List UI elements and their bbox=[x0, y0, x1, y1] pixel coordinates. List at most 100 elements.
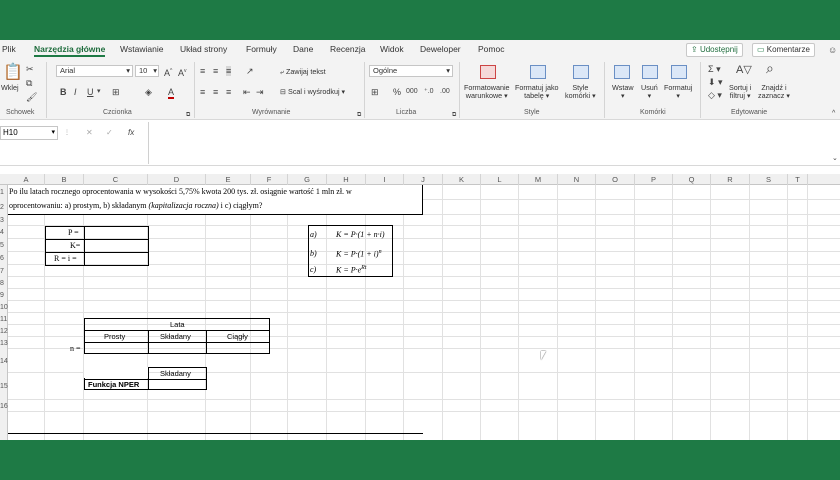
comma-style-icon[interactable]: 000 bbox=[406, 87, 418, 97]
tab-developer[interactable]: Deweloper bbox=[420, 44, 461, 54]
orientation-icon[interactable]: ↗ bbox=[246, 66, 254, 76]
cell-styles-icon[interactable] bbox=[573, 65, 589, 79]
tab-formulas[interactable]: Formuły bbox=[246, 44, 277, 54]
column-header-B[interactable]: B bbox=[45, 174, 84, 185]
column-header-G[interactable]: G bbox=[288, 174, 327, 185]
row-header-8[interactable]: 8 bbox=[0, 279, 8, 288]
row-header-6[interactable]: 6 bbox=[0, 254, 8, 263]
search-icon[interactable]: ⌕ bbox=[766, 61, 774, 75]
decrease-indent-icon[interactable]: ⇤ bbox=[243, 87, 251, 97]
format-as-table-button[interactable]: Formatuj jako tabelę ▾ bbox=[515, 84, 559, 100]
row-header-14[interactable]: 14 bbox=[0, 357, 8, 366]
align-top-icon[interactable]: ≡ bbox=[200, 66, 205, 76]
merge-center-button[interactable]: ⊟ Scal i wyśrodkuj ▾ bbox=[280, 88, 345, 96]
tab-view[interactable]: Widok bbox=[380, 44, 404, 54]
cancel-icon[interactable]: ✕ bbox=[86, 128, 93, 138]
column-header-J[interactable]: J bbox=[404, 174, 443, 185]
row-header-11[interactable]: 11 bbox=[0, 315, 8, 324]
font-size-select[interactable]: 10 ▾ bbox=[135, 65, 159, 77]
cut-icon[interactable]: ✂ bbox=[26, 64, 34, 74]
dialog-launcher-icon[interactable]: ⧉ bbox=[452, 110, 456, 120]
row-header-7[interactable]: 7 bbox=[0, 267, 8, 276]
column-header-M[interactable]: M bbox=[519, 174, 558, 185]
column-header-T[interactable]: T bbox=[788, 174, 808, 185]
increase-decimal-icon[interactable]: ⁺.0 bbox=[424, 87, 434, 97]
column-header-A[interactable]: A bbox=[8, 174, 45, 185]
tab-data[interactable]: Dane bbox=[293, 44, 313, 54]
formula-input[interactable] bbox=[148, 122, 840, 164]
tab-page-layout[interactable]: Układ strony bbox=[180, 44, 227, 54]
row-header-4[interactable]: 4 bbox=[0, 228, 8, 237]
align-center-icon[interactable]: ≡ bbox=[213, 87, 218, 97]
column-header-Q[interactable]: Q bbox=[673, 174, 711, 185]
conditional-format-icon[interactable] bbox=[480, 65, 496, 79]
bold-icon[interactable]: B bbox=[60, 87, 67, 97]
sort-filter-icon[interactable]: A▽ bbox=[736, 65, 752, 76]
column-header-I[interactable]: I bbox=[366, 174, 404, 185]
wrap-text-button[interactable]: ⤶ Zawijaj tekst bbox=[280, 68, 326, 76]
increase-font-icon[interactable]: A^ bbox=[164, 66, 172, 78]
column-header-P[interactable]: P bbox=[635, 174, 673, 185]
column-header-S[interactable]: S bbox=[750, 174, 788, 185]
tab-insert[interactable]: Wstawianie bbox=[120, 44, 163, 54]
tab-home[interactable]: Narzędzia główne bbox=[34, 44, 106, 57]
delete-cells-icon[interactable] bbox=[642, 65, 658, 79]
align-bottom-icon[interactable]: ≡ bbox=[226, 66, 232, 76]
collapse-ribbon-icon[interactable]: ^ bbox=[832, 109, 835, 119]
dialog-launcher-icon[interactable]: ⧉ bbox=[357, 110, 361, 120]
column-header-O[interactable]: O bbox=[596, 174, 635, 185]
percent-icon[interactable]: % bbox=[393, 87, 401, 97]
copy-icon[interactable]: ⧉ bbox=[26, 78, 32, 88]
fill-color-icon[interactable]: ◈ bbox=[145, 87, 152, 97]
underline-icon[interactable]: U bbox=[87, 87, 94, 97]
find-select-button[interactable]: Znajdź i zaznacz ▾ bbox=[758, 84, 790, 100]
cell-styles-button[interactable]: Style komórki ▾ bbox=[565, 84, 596, 100]
borders-icon[interactable]: ⊞ bbox=[112, 87, 120, 97]
italic-icon[interactable]: I bbox=[74, 87, 77, 97]
tab-file[interactable]: Plik bbox=[2, 44, 16, 54]
row-header-3[interactable]: 3 bbox=[0, 216, 8, 225]
accounting-icon[interactable]: ⊞ bbox=[371, 87, 379, 97]
row-header-5[interactable]: 5 bbox=[0, 241, 8, 250]
decrease-font-icon[interactable]: Av bbox=[178, 66, 187, 78]
decrease-decimal-icon[interactable]: .00 bbox=[440, 87, 450, 97]
row-header-1[interactable]: 1 bbox=[0, 188, 8, 197]
row-header-10[interactable]: 10 bbox=[0, 303, 8, 312]
insert-cells-button[interactable]: Wstaw ▾ bbox=[612, 84, 634, 100]
comments-button[interactable]: ▭ Komentarze bbox=[752, 43, 815, 57]
row-header-16[interactable]: 16 bbox=[0, 402, 8, 411]
delete-cells-button[interactable]: Usuń ▾ bbox=[641, 84, 658, 100]
paste-label[interactable]: Wklej bbox=[1, 84, 19, 92]
row-header-9[interactable]: 9 bbox=[0, 291, 8, 300]
font-color-icon[interactable]: A bbox=[168, 87, 175, 99]
column-header-D[interactable]: D bbox=[148, 174, 206, 185]
insert-function-icon[interactable]: fx bbox=[128, 128, 134, 138]
fill-icon[interactable]: ⬇ ▾ bbox=[708, 77, 723, 87]
column-header-H[interactable]: H bbox=[327, 174, 366, 185]
insert-cells-icon[interactable] bbox=[614, 65, 630, 79]
tab-help[interactable]: Pomoc bbox=[478, 44, 504, 54]
format-cells-icon[interactable] bbox=[671, 65, 687, 79]
autosum-icon[interactable]: Σ ▾ bbox=[708, 64, 721, 74]
column-header-E[interactable]: E bbox=[206, 174, 251, 185]
number-format-select[interactable]: Ogólne ▾ bbox=[369, 65, 453, 77]
clear-icon[interactable]: ◇ ▾ bbox=[708, 90, 722, 100]
align-middle-icon[interactable]: ≡ bbox=[213, 66, 218, 76]
column-header-F[interactable]: F bbox=[251, 174, 288, 185]
column-header-L[interactable]: L bbox=[481, 174, 519, 185]
format-cells-button[interactable]: Formatuj ▾ bbox=[664, 84, 692, 100]
enter-icon[interactable]: ✓ bbox=[106, 128, 113, 138]
align-right-icon[interactable]: ≡ bbox=[226, 87, 231, 97]
chevron-down-icon[interactable]: ▾ bbox=[97, 87, 101, 97]
row-header-15[interactable]: 15 bbox=[0, 382, 8, 391]
sort-filter-button[interactable]: Sortuj i filtruj ▾ bbox=[729, 84, 751, 100]
conditional-format-button[interactable]: Formatowanie warunkowe ▾ bbox=[464, 84, 510, 100]
column-header-K[interactable]: K bbox=[443, 174, 481, 185]
column-header-C[interactable]: C bbox=[84, 174, 148, 185]
expand-formula-bar-icon[interactable]: ⌄ bbox=[832, 154, 838, 164]
increase-indent-icon[interactable]: ⇥ bbox=[256, 87, 264, 97]
font-name-select[interactable]: Arial ▾ bbox=[56, 65, 133, 77]
share-button[interactable]: ⇪ Udostępnij bbox=[686, 43, 743, 57]
column-header-R[interactable]: R bbox=[711, 174, 750, 185]
align-left-icon[interactable]: ≡ bbox=[200, 87, 205, 97]
